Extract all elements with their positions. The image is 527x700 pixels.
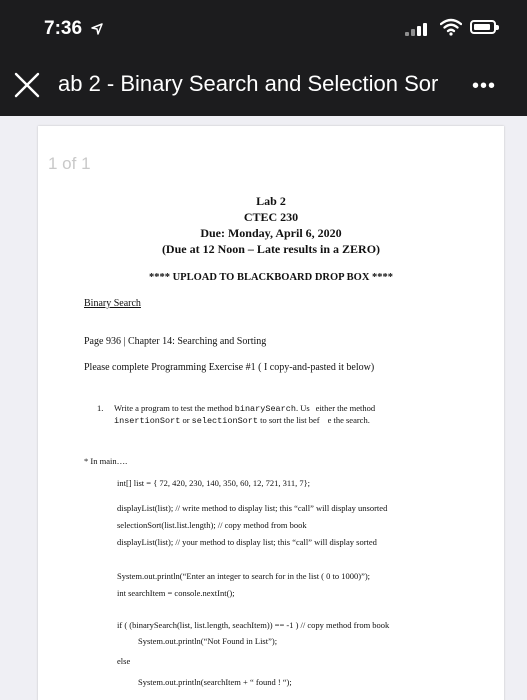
doc-course: CTEC 230 — [243, 210, 299, 224]
code-line: selectionSort(list.list.length); // copy… — [117, 520, 307, 530]
status-bar: 7:36 — [0, 0, 527, 56]
page-indicator: 1 of 1 — [48, 154, 91, 173]
more-options-button[interactable]: ••• — [472, 76, 516, 96]
more-icon: ••• — [472, 75, 497, 97]
exercise-line-2: insertionSort or selectionSort to sort t… — [114, 415, 370, 426]
wifi-icon — [440, 18, 462, 36]
code-line: System.out.println(“Not Found in List”); — [138, 636, 278, 646]
exercise-number: 1. — [97, 403, 104, 413]
pdf-page: 1 of 1 Lab 2 CTEC 230 Due: Monday, April… — [38, 126, 504, 700]
exercise-line-1: Write a program to test the method binar… — [114, 403, 376, 414]
code-line: int searchItem = console.nextInt(); — [117, 588, 235, 598]
page-reference: Page 936 | Chapter 14: Searching and Sor… — [84, 336, 267, 347]
code-line: System.out.println(searchItem + “ found … — [138, 677, 292, 687]
section-heading: Binary Search — [84, 298, 141, 309]
cellular-signal-icon — [405, 22, 431, 36]
in-main-label: * In main…. — [84, 456, 128, 466]
nav-bar: ab 2 - Binary Search and Selection Sor •… — [0, 56, 527, 116]
doc-due-date: Due: Monday, April 6, 2020 — [200, 226, 342, 240]
code-line: else — [117, 656, 131, 666]
code-line: System.out.println(“Enter an integer to … — [117, 571, 371, 581]
document-viewer[interactable]: 1 of 1 Lab 2 CTEC 230 Due: Monday, April… — [0, 116, 527, 700]
code-line: if ( (binarySearch(list, list.length, se… — [117, 620, 390, 630]
code-line: int[] list = { 72, 420, 230, 140, 350, 6… — [117, 478, 311, 488]
close-button[interactable] — [12, 70, 42, 100]
doc-due-note: (Due at 12 Noon – Late results in a ZERO… — [161, 242, 381, 256]
status-time: 7:36 — [44, 18, 83, 39]
document-title: ab 2 - Binary Search and Selection Sor — [58, 71, 439, 96]
location-arrow-icon — [91, 23, 103, 35]
doc-title: Lab 2 — [256, 194, 286, 208]
code-line: displayList(list); // your method to dis… — [117, 537, 377, 547]
doc-upload-note: **** UPLOAD TO BLACKBOARD DROP BOX **** — [148, 272, 394, 283]
code-line: displayList(list); // write method to di… — [117, 503, 388, 513]
instruction-text: Please complete Programming Exercise #1 … — [84, 362, 375, 373]
close-icon — [14, 72, 40, 98]
battery-icon — [470, 20, 499, 34]
